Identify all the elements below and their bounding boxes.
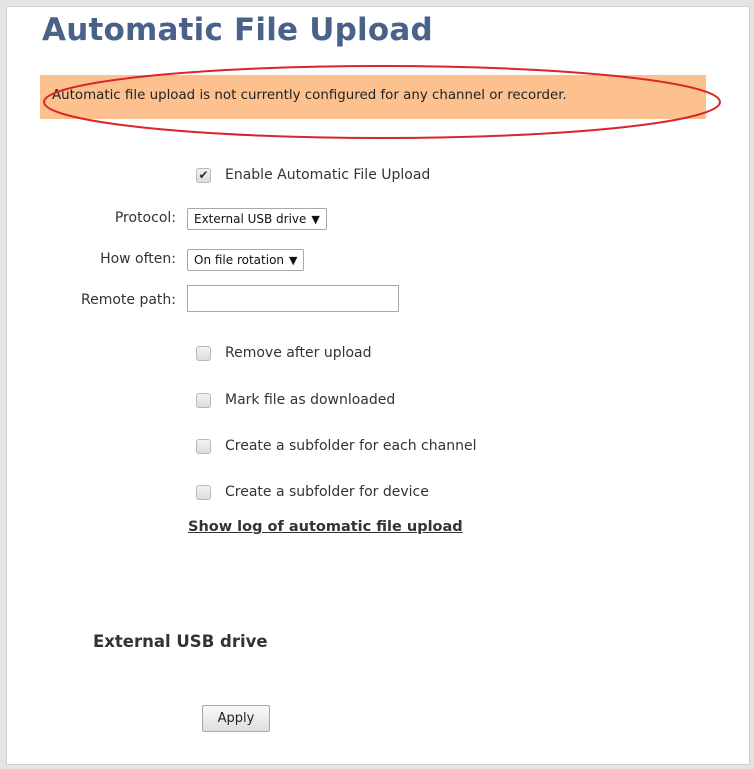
triangle-down-icon: ▼ — [289, 253, 298, 267]
remove-after-upload-label: Remove after upload — [225, 345, 372, 361]
subfolder-channel-row[interactable]: Create a subfolder for each channel — [196, 436, 476, 456]
triangle-down-icon: ▼ — [311, 212, 320, 226]
protocol-label: Protocol: — [114, 210, 176, 226]
remove-after-upload-checkbox[interactable] — [196, 345, 211, 361]
how-often-value: On file rotation — [194, 253, 285, 267]
remote-path-input[interactable] — [187, 285, 399, 312]
subfolder-device-row[interactable]: Create a subfolder for device — [196, 482, 429, 502]
remote-path-label: Remote path: — [80, 292, 176, 308]
mark-downloaded-checkbox[interactable] — [196, 392, 211, 408]
alert-message: Automatic file upload is not currently c… — [52, 88, 567, 103]
page-title: Automatic File Upload — [42, 12, 433, 48]
subfolder-channel-label: Create a subfolder for each channel — [225, 438, 477, 454]
mark-downloaded-label: Mark file as downloaded — [225, 392, 396, 408]
subfolder-channel-checkbox[interactable] — [196, 438, 211, 454]
enable-upload-checkbox[interactable]: ✔ — [196, 167, 211, 183]
mark-downloaded-row[interactable]: Mark file as downloaded — [196, 390, 395, 410]
subfolder-device-checkbox[interactable] — [196, 484, 211, 500]
enable-upload-label: Enable Automatic File Upload — [225, 167, 431, 183]
checkmark-icon: ✔ — [198, 168, 209, 182]
enable-upload-row[interactable]: ✔ Enable Automatic File Upload — [196, 165, 430, 185]
protocol-value: External USB drive — [194, 212, 307, 226]
section-title: External USB drive — [93, 632, 268, 651]
show-log-link[interactable]: Show log of automatic file upload — [188, 519, 463, 535]
how-often-select[interactable]: On file rotation ▼ — [187, 249, 305, 271]
how-often-label: How often: — [100, 251, 176, 267]
apply-button[interactable]: Apply — [202, 705, 270, 732]
settings-panel — [6, 6, 750, 765]
protocol-select[interactable]: External USB drive ▼ — [187, 208, 327, 230]
remove-after-upload-row[interactable]: Remove after upload — [196, 343, 372, 363]
subfolder-device-label: Create a subfolder for device — [225, 484, 429, 500]
